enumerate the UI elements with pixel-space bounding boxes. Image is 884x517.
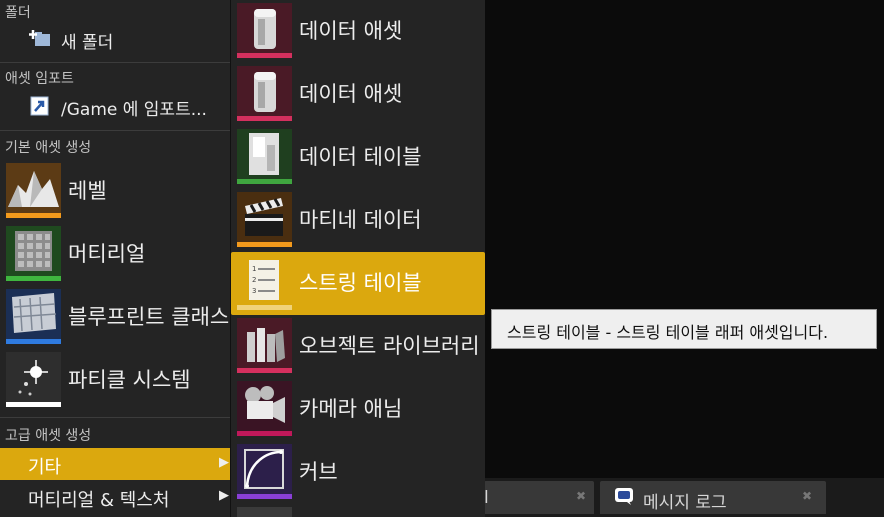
data-asset-item[interactable]: 데이터 애셋: [231, 0, 485, 63]
data-table-item[interactable]: 데이터 테이블: [231, 126, 485, 189]
level-label: 레벨: [68, 179, 107, 203]
import-icon: [29, 96, 51, 116]
data-table-label: 데이터 테이블: [299, 145, 422, 169]
object-library-item[interactable]: 오브젝트 라이브러리: [231, 315, 485, 378]
materials-textures-label: 머티리얼 & 텍스처: [28, 490, 170, 511]
string-table-label: 스트링 테이블: [299, 271, 422, 295]
matinee-icon: [237, 192, 292, 247]
tooltip-text: 스트링 테이블 - 스트링 테이블 래퍼 애셋입니다.: [507, 323, 829, 342]
matinee-data-item[interactable]: 마티네 데이터: [231, 189, 485, 252]
background-panel: [484, 0, 884, 517]
level-icon: [6, 163, 61, 218]
divider: [0, 62, 230, 63]
close-icon[interactable]: ✖: [576, 489, 586, 503]
object-library-label: 오브젝트 라이브러리: [299, 334, 480, 358]
import-item[interactable]: /Game 에 임포트...: [0, 91, 230, 121]
blueprint-class-item[interactable]: 블루프린트 클래스: [0, 287, 230, 347]
blueprint-class-label: 블루프린트 클래스: [68, 305, 230, 329]
chevron-right-icon: ▶: [219, 488, 229, 503]
new-folder-icon: [29, 29, 51, 49]
data-table-icon: [237, 129, 292, 184]
tab-output-log[interactable]: l ✖: [484, 481, 594, 514]
tab-label: 메시지 로그: [643, 493, 727, 513]
svg-text:3: 3: [252, 287, 256, 295]
misc-label: 기타: [28, 457, 62, 478]
particle-system-item[interactable]: 파티클 시스템: [0, 350, 230, 410]
string-table-item[interactable]: 1 2 3 스트링 테이블: [231, 252, 485, 315]
camera-anim-item[interactable]: 카메라 애님: [231, 378, 485, 441]
matinee-data-label: 마티네 데이터: [299, 208, 422, 232]
next-item-peek: [237, 507, 292, 517]
new-asset-menu: 폴더 새 폴더 애셋 임포트 /Game 에 임포트... 기본 애셋 생성 레…: [0, 0, 230, 517]
tab-message-log[interactable]: 메시지 로그 ✖: [600, 481, 826, 514]
level-item[interactable]: 레벨: [0, 161, 230, 221]
close-icon[interactable]: ✖: [802, 489, 812, 503]
object-library-icon: [237, 318, 292, 373]
materials-textures-submenu-item[interactable]: 머티리얼 & 텍스처 ▶: [0, 481, 230, 513]
camera-anim-icon: [237, 381, 292, 436]
particle-system-label: 파티클 시스템: [68, 368, 191, 392]
particle-icon: [6, 352, 61, 407]
data-asset-label: 데이터 애셋: [299, 82, 403, 106]
string-table-icon: 1 2 3: [237, 255, 292, 310]
curve-label: 커브: [299, 460, 338, 484]
divider: [0, 130, 230, 131]
material-icon: [6, 226, 61, 281]
svg-text:1: 1: [252, 265, 256, 273]
section-header-folder: 폴더: [5, 5, 31, 21]
material-item[interactable]: 머티리얼: [0, 224, 230, 284]
data-asset-label: 데이터 애셋: [299, 19, 403, 43]
chevron-right-icon: ▶: [219, 455, 229, 470]
curve-item[interactable]: 커브: [231, 441, 485, 504]
divider: [0, 417, 230, 418]
data-asset-item[interactable]: 데이터 애셋: [231, 63, 485, 126]
data-asset-icon: [237, 3, 292, 58]
new-folder-item[interactable]: 새 폴더: [0, 24, 230, 54]
bottom-tab-bar: l ✖ 메시지 로그 ✖: [484, 478, 884, 517]
import-label: /Game 에 임포트...: [61, 100, 207, 120]
string-table-tooltip: 스트링 테이블 - 스트링 테이블 래퍼 애셋입니다.: [491, 309, 877, 349]
material-label: 머티리얼: [68, 242, 146, 266]
misc-submenu: 데이터 애셋 데이터 애셋 데이터 테이블 마티네 데이터 1 2 3 스트링 테이…: [230, 0, 485, 517]
camera-anim-label: 카메라 애님: [299, 397, 403, 421]
curve-icon: [237, 444, 292, 499]
section-header-advanced: 고급 애셋 생성: [5, 428, 92, 444]
new-folder-label: 새 폴더: [61, 33, 114, 53]
misc-submenu-item[interactable]: 기타 ▶: [0, 448, 230, 480]
message-log-icon: [614, 487, 634, 505]
section-header-import: 애셋 임포트: [5, 71, 74, 87]
blueprint-icon: [6, 289, 61, 344]
data-asset-icon: [237, 66, 292, 121]
section-header-basic: 기본 애셋 생성: [5, 140, 92, 156]
svg-text:2: 2: [252, 276, 256, 284]
